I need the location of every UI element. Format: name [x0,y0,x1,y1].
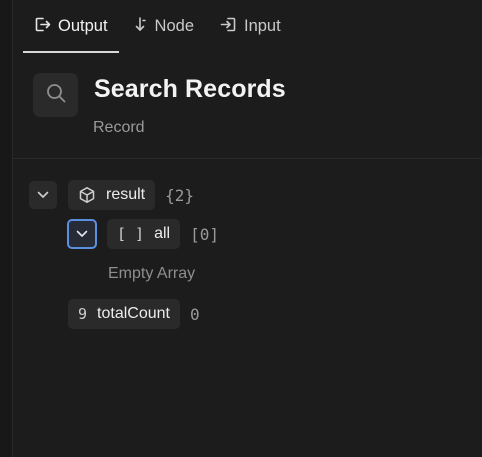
node-icon [134,16,155,38]
tab-node-label: Node [154,17,194,35]
tree-row-totalcount: 9 totalCount 0 [68,299,200,329]
count-all: [0] [190,224,220,244]
output-icon [34,16,58,38]
empty-array-label: Empty Array [108,265,196,282]
search-icon [45,82,67,109]
value-totalcount: 0 [189,304,200,324]
input-icon [220,16,244,38]
tree-row-all: [ ] all [0] [67,219,219,249]
expand-toggle-all[interactable] [67,219,97,249]
panel: Output Node Input Search Records Record … [13,0,482,457]
tree-row-result: result {2} [29,180,194,210]
chevron-down-icon [76,225,88,243]
tab-input-label: Input [244,17,281,35]
node-subtitle: Record [93,119,145,136]
array-brackets-icon: [ ] [117,225,145,243]
key-pill-all[interactable]: [ ] all [107,219,181,249]
key-label-result: result [106,186,146,203]
key-label-totalcount: totalCount [97,305,170,322]
tab-bar: Output Node Input [23,0,292,53]
node-header: Search Records Record [13,53,482,159]
left-rail [0,0,13,457]
count-result: {2} [165,185,195,205]
tab-node[interactable]: Node [123,0,205,53]
chevron-down-icon [37,186,49,204]
number-type-icon: 9 [78,305,88,323]
key-pill-totalcount[interactable]: 9 totalCount [68,299,180,329]
expand-toggle-result[interactable] [29,181,57,209]
output-panel-frame: Output Node Input Search Records Record … [0,0,482,457]
tab-output[interactable]: Output [23,0,119,53]
search-button[interactable] [33,73,78,117]
object-cube-icon [78,186,96,204]
tab-input[interactable]: Input [209,0,292,53]
key-pill-result[interactable]: result [68,180,156,210]
tab-output-label: Output [58,17,108,35]
node-title: Search Records [94,75,286,103]
key-label-all: all [154,225,171,242]
